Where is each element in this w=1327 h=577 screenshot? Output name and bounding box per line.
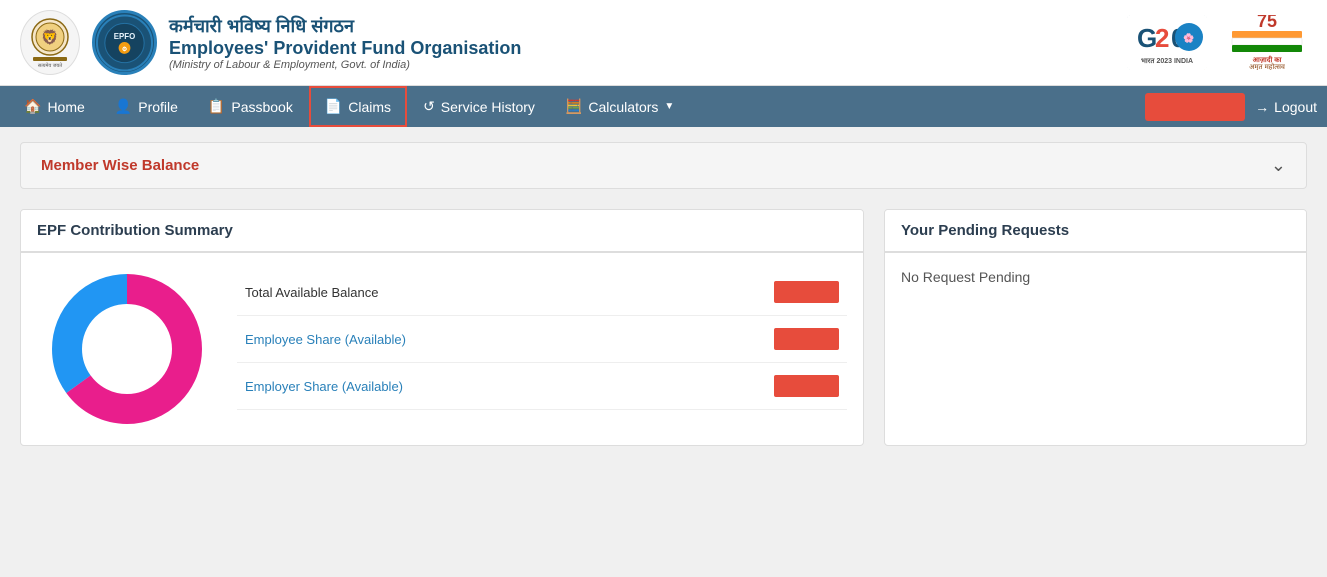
nav-passbook-label: Passbook <box>231 99 292 115</box>
profile-icon: 👤 <box>115 98 132 115</box>
nav-profile[interactable]: 👤 Profile <box>101 88 192 125</box>
english-title: Employees' Provident Fund Organisation <box>169 38 521 59</box>
svg-text:EPFO: EPFO <box>114 32 135 41</box>
nav-passbook[interactable]: 📋 Passbook <box>194 88 307 125</box>
hindi-title: कर्मचारी भविष्य निधि संगठन <box>169 14 521 38</box>
azadi-logo: 75 आज़ादी का अमृत महोत्सव <box>1227 15 1307 70</box>
g20-logo: G 2 0 🌸 भारत 2023 INDIA <box>1127 15 1207 70</box>
user-badge <box>1145 93 1245 121</box>
balance-label-total: Total Available Balance <box>245 285 378 300</box>
ministry-text: (Ministry of Labour & Employment, Govt. … <box>169 59 521 71</box>
navbar-right: → Logout <box>1145 93 1317 121</box>
svg-text:भारत 2023 INDIA: भारत 2023 INDIA <box>1141 58 1193 65</box>
svg-text:75: 75 <box>1257 15 1277 31</box>
chevron-down-icon[interactable]: ⌄ <box>1271 155 1286 176</box>
navbar-left: 🏠 Home 👤 Profile 📋 Passbook 📄 Claims ↺ S… <box>10 86 688 127</box>
balance-label-employee[interactable]: Employee Share (Available) <box>245 332 406 347</box>
epf-contribution-card: EPF Contribution Summary Total <box>20 209 864 446</box>
epf-card-body: Total Available Balance Employee Share (… <box>21 253 863 445</box>
balance-label-employer[interactable]: Employer Share (Available) <box>245 379 403 394</box>
logout-button[interactable]: → Logout <box>1255 99 1317 115</box>
svg-text:⚙: ⚙ <box>122 45 127 52</box>
calculators-dropdown-icon: ▼ <box>664 101 674 112</box>
epf-card-header: EPF Contribution Summary <box>21 210 863 253</box>
emblem-logo: 🦁 सत्यमेव जयते <box>20 10 80 75</box>
main-content: Member Wise Balance ⌄ EPF Contribution S… <box>0 127 1327 461</box>
nav-profile-label: Profile <box>138 99 178 115</box>
home-icon: 🏠 <box>24 98 41 115</box>
balance-row-employee: Employee Share (Available) <box>237 316 847 363</box>
svg-text:2: 2 <box>1155 23 1169 53</box>
svg-text:आज़ादी का: आज़ादी का <box>1253 55 1283 64</box>
nav-claims[interactable]: 📄 Claims <box>309 86 407 127</box>
balance-value-employee <box>774 328 839 350</box>
member-balance-title: Member Wise Balance <box>41 157 199 174</box>
navbar: 🏠 Home 👤 Profile 📋 Passbook 📄 Claims ↺ S… <box>0 86 1327 127</box>
nav-home-label: Home <box>47 99 84 115</box>
balance-value-employer <box>774 375 839 397</box>
calculators-icon: 🧮 <box>565 98 582 115</box>
epfo-logo: EPFO ⚙ <box>92 10 157 75</box>
two-col-layout: EPF Contribution Summary Total <box>20 209 1307 446</box>
claims-icon: 📄 <box>325 98 342 115</box>
epf-summary-title: EPF Contribution Summary <box>37 222 233 239</box>
member-balance-section: Member Wise Balance ⌄ <box>20 142 1307 189</box>
header-left: 🦁 सत्यमेव जयते EPFO ⚙ कर्मचारी भविष्य नि… <box>20 10 521 75</box>
header-right: G 2 0 🌸 भारत 2023 INDIA 75 आज़ादी का अमृ… <box>1127 15 1307 70</box>
balance-row-total: Total Available Balance <box>237 269 847 316</box>
pending-card-body: No Request Pending <box>885 253 1306 301</box>
svg-text:सत्यमेव जयते: सत्यमेव जयते <box>38 62 62 69</box>
balance-row-employer: Employer Share (Available) <box>237 363 847 410</box>
no-request-text: No Request Pending <box>901 269 1030 285</box>
pending-card-header: Your Pending Requests <box>885 210 1306 253</box>
nav-home[interactable]: 🏠 Home <box>10 88 99 125</box>
nav-claims-label: Claims <box>348 99 391 115</box>
nav-calculators[interactable]: 🧮 Calculators ▼ <box>551 88 688 125</box>
svg-text:🦁: 🦁 <box>41 29 58 46</box>
nav-service-history[interactable]: ↺ Service History <box>409 88 549 125</box>
svg-text:अमृत महोत्सव: अमृत महोत्सव <box>1249 62 1285 70</box>
pending-requests-title: Your Pending Requests <box>901 222 1069 239</box>
header: 🦁 सत्यमेव जयते EPFO ⚙ कर्मचारी भविष्य नि… <box>0 0 1327 86</box>
nav-calculators-label: Calculators <box>588 99 658 115</box>
nav-service-history-label: Service History <box>441 99 535 115</box>
donut-chart <box>37 269 217 429</box>
logout-icon: → <box>1255 99 1269 115</box>
balance-value-total <box>774 281 839 303</box>
header-title: कर्मचारी भविष्य निधि संगठन Employees' Pr… <box>169 14 521 71</box>
svg-text:🌸: 🌸 <box>1183 32 1194 43</box>
service-history-icon: ↺ <box>423 98 435 115</box>
balance-table: Total Available Balance Employee Share (… <box>237 269 847 429</box>
passbook-icon: 📋 <box>208 98 225 115</box>
logout-label: Logout <box>1274 99 1317 115</box>
pending-requests-card: Your Pending Requests No Request Pending <box>884 209 1307 446</box>
